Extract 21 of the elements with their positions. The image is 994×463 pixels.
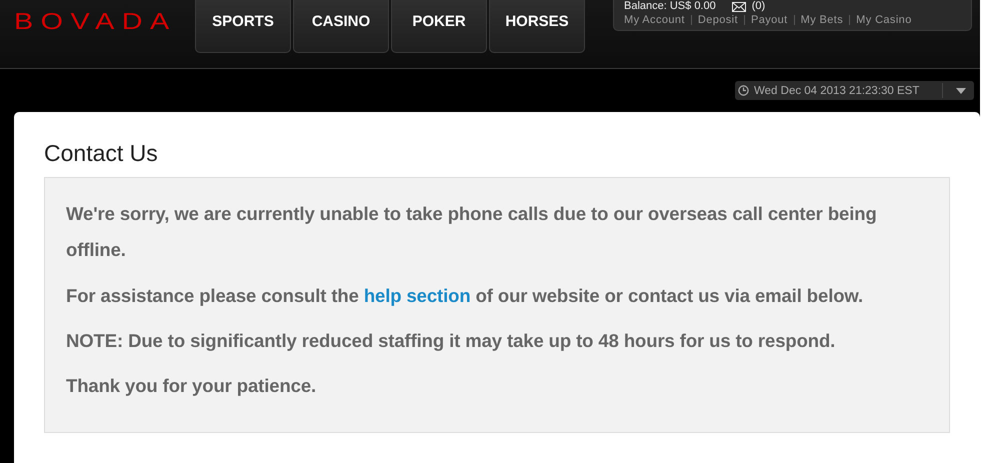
notice-paragraph: NOTE: Due to significantly reduced staffing it may take up to 48 hours for us to respond. [66,329,836,353]
account-link[interactable]: Deposit [698,14,738,26]
message-count: (0) [752,0,766,13]
account-link[interactable]: My Account [624,14,685,26]
page-title: Contact Us [44,140,159,167]
help-link[interactable]: help section [364,285,471,306]
account-link[interactable]: My Casino [856,14,912,26]
balance-text: Balance: US$ 0.00 [624,0,716,13]
nav-tab[interactable]: SPORTS [195,0,291,53]
envelope-icon[interactable] [732,2,746,12]
account-link[interactable]: Payout [750,14,788,26]
notice-paragraph: Thank you for your patience. [66,374,318,398]
caret-icon [956,88,966,94]
notice-paragraph: We're sorry, we are currently unable to take phone calls due to our overseas call center being offline. [66,202,878,262]
account-link[interactable]: My Bets [800,14,844,26]
nav-tab[interactable]: POKER [391,0,487,53]
datetime-dropdown[interactable]: Wed Dec 04 2013 21:23:30 EST [735,81,974,100]
notice-paragraph: For assistance please consult the help section of our website or contact us via email below. [66,284,864,308]
clock-icon [738,85,749,96]
nav-tab[interactable]: CASINO [293,0,389,53]
nav-tab[interactable]: HORSES [489,0,585,53]
